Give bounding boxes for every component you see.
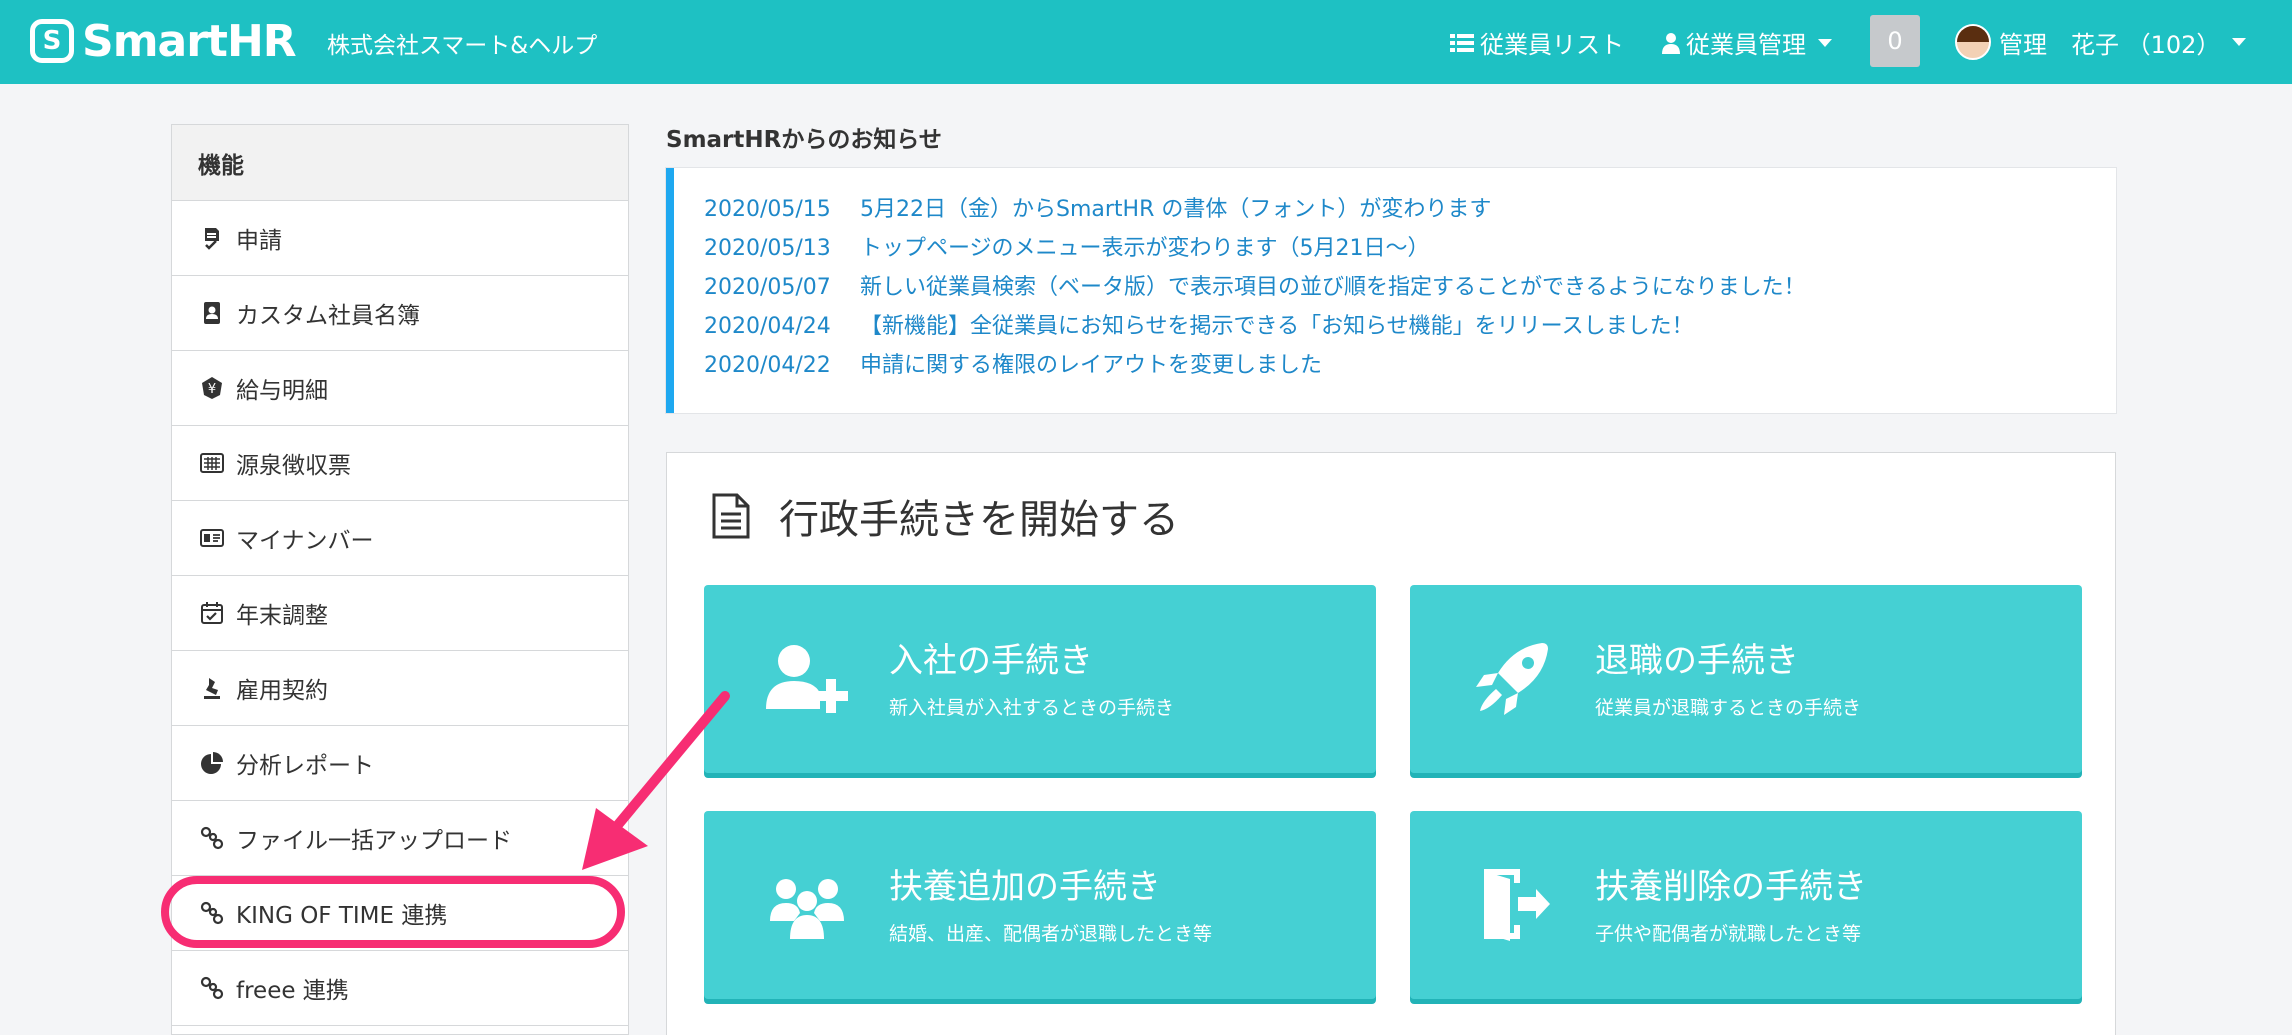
contact-book-icon	[200, 301, 224, 325]
notice-date: 2020/05/07	[704, 275, 831, 300]
rocket-icon	[1476, 643, 1548, 715]
notice-date: 2020/04/24	[704, 314, 831, 339]
sidebar-item-label: 雇用契約	[236, 678, 328, 704]
user-menu[interactable]: 管理 花子 （102）	[1955, 20, 2247, 64]
card-title: 扶養削除の手続き	[1595, 867, 1867, 907]
calendar-check-icon	[200, 601, 224, 625]
application-icon	[200, 226, 224, 250]
sidebar-item-label: 年末調整	[236, 603, 328, 629]
notice-heading: SmartHRからのお知らせ	[666, 127, 942, 153]
notice-text: 5月22日（金）からSmartHR の書体（フォント）が変わります	[860, 197, 1492, 222]
procedures-title-text: 行政手続きを開始する	[779, 497, 1179, 543]
sidebar-item-label: 申請	[236, 228, 282, 254]
sidebar-item-label: freee 連携	[236, 978, 349, 1004]
logo-text: SmartHR	[82, 15, 297, 67]
card-remove-dependent[interactable]: 扶養削除の手続き 子供や配偶者が就職したとき等	[1410, 811, 2082, 999]
sidebar-item-withholding-slip[interactable]: 源泉徴収票	[172, 426, 628, 501]
notice-text: 新しい従業員検索（ベータ版）で表示項目の並び順を指定することができるようになりま…	[860, 275, 1806, 300]
user-icon	[1662, 32, 1680, 54]
sidebar-item-label: 分析レポート	[236, 753, 374, 779]
calculator-icon	[200, 451, 224, 475]
notice-text: 【新機能】全従業員にお知らせを掲示できる「お知らせ機能」をリリースしました！	[860, 314, 1694, 339]
sidebar-item-label: ファイル一括アップロード	[236, 828, 512, 854]
document-icon	[712, 493, 750, 539]
user-plus-icon	[766, 645, 848, 713]
sidebar-item-year-end[interactable]: 年末調整	[172, 576, 628, 651]
notice-text: 申請に関する権限のレイアウトを変更しました	[860, 353, 1323, 378]
notice-item[interactable]: 2020/05/13 トップページのメニュー表示が変わります（5月21日〜）	[704, 229, 2116, 268]
sidebar-item-application[interactable]: 申請	[172, 201, 628, 276]
notice-item[interactable]: 2020/05/15 5月22日（金）からSmartHR の書体（フォント）が変わ…	[704, 190, 2116, 229]
notice-date: 2020/05/13	[704, 236, 831, 261]
annotation-arrow	[582, 691, 730, 870]
card-subtitle: 結婚、出産、配偶者が退職したとき等	[889, 923, 1213, 945]
sidebar-item-label: カスタム社員名簿	[236, 303, 420, 329]
notice-date: 2020/05/15	[704, 197, 831, 222]
notice-item[interactable]: 2020/04/22 申請に関する権限のレイアウトを変更しました	[704, 346, 2116, 385]
sidebar-item-label: 源泉徴収票	[236, 453, 351, 479]
link-icon	[200, 976, 224, 1000]
card-subtitle: 従業員が退職するときの手続き	[1595, 697, 1862, 719]
top-header: S SmartHR 株式会社スマート&ヘルプ 従業員リスト 従業員管理 0 管理…	[0, 0, 2292, 84]
sidebar-item-payslip[interactable]: ¥ 給与明細	[172, 351, 628, 426]
procedures-title: 行政手続きを開始する	[711, 487, 1179, 545]
card-title: 扶養追加の手続き	[889, 867, 1161, 907]
user-name: 管理 花子 （102）	[1999, 30, 2221, 59]
sidebar-item-label: 給与明細	[236, 378, 328, 404]
card-add-dependent[interactable]: 扶養追加の手続き 結婚、出産、配偶者が退職したとき等	[704, 811, 1376, 999]
yen-badge-icon: ¥	[200, 376, 224, 400]
sidebar-item-label: マイナンバー	[236, 528, 374, 554]
annotation-highlight-oval	[161, 876, 625, 948]
notification-badge[interactable]: 0	[1870, 15, 1920, 67]
notice-panel: 2020/05/15 5月22日（金）からSmartHR の書体（フォント）が変わ…	[666, 168, 2116, 413]
card-title: 退職の手続き	[1595, 641, 1799, 681]
nav-employee-manage-label: 従業員管理	[1686, 31, 1806, 59]
procedures-panel: 行政手続きを開始する 入社の手続き 新入社員が入社するときの手続き 退職の手続き…	[666, 452, 2116, 1035]
card-title: 入社の手続き	[889, 641, 1093, 681]
company-name: 株式会社スマート&ヘルプ	[327, 33, 598, 59]
smarthr-logo[interactable]: S SmartHR	[30, 15, 297, 67]
sidebar-item-mynumber[interactable]: マイナンバー	[172, 501, 628, 576]
sidebar-item-custom-roster[interactable]: カスタム社員名簿	[172, 276, 628, 351]
chevron-down-icon	[1818, 38, 1832, 47]
card-resignation[interactable]: 退職の手続き 従業員が退職するときの手続き	[1410, 585, 2082, 773]
pie-chart-icon	[200, 751, 224, 775]
link-icon	[200, 826, 224, 850]
nav-employee-list[interactable]: 従業員リスト	[1450, 25, 1624, 60]
stamp-icon	[200, 676, 224, 700]
id-card-icon	[200, 526, 224, 550]
door-exit-icon	[1484, 869, 1550, 941]
svg-text:¥: ¥	[208, 382, 216, 397]
sidebar-heading: 機能	[172, 125, 628, 201]
sidebar-item-freee[interactable]: freee 連携	[172, 951, 628, 1026]
chevron-down-icon	[2232, 38, 2247, 46]
nav-employee-list-label: 従業員リスト	[1480, 31, 1624, 59]
family-icon	[770, 879, 844, 939]
card-subtitle: 新入社員が入社するときの手続き	[889, 697, 1175, 719]
notice-item[interactable]: 2020/04/24 【新機能】全従業員にお知らせを掲示できる「お知らせ機能」をリ…	[704, 307, 2116, 346]
notice-date: 2020/04/22	[704, 353, 831, 378]
card-onboarding[interactable]: 入社の手続き 新入社員が入社するときの手続き	[704, 585, 1376, 773]
logo-mark: S	[30, 19, 74, 63]
nav-employee-manage[interactable]: 従業員管理	[1662, 25, 1832, 60]
notice-text: トップページのメニュー表示が変わります（5月21日〜）	[860, 236, 1430, 261]
list-icon	[1450, 33, 1474, 52]
avatar	[1955, 24, 1991, 60]
card-subtitle: 子供や配偶者が就職したとき等	[1595, 923, 1862, 945]
notice-item[interactable]: 2020/05/07 新しい従業員検索（ベータ版）で表示項目の並び順を指定すること…	[704, 268, 2116, 307]
